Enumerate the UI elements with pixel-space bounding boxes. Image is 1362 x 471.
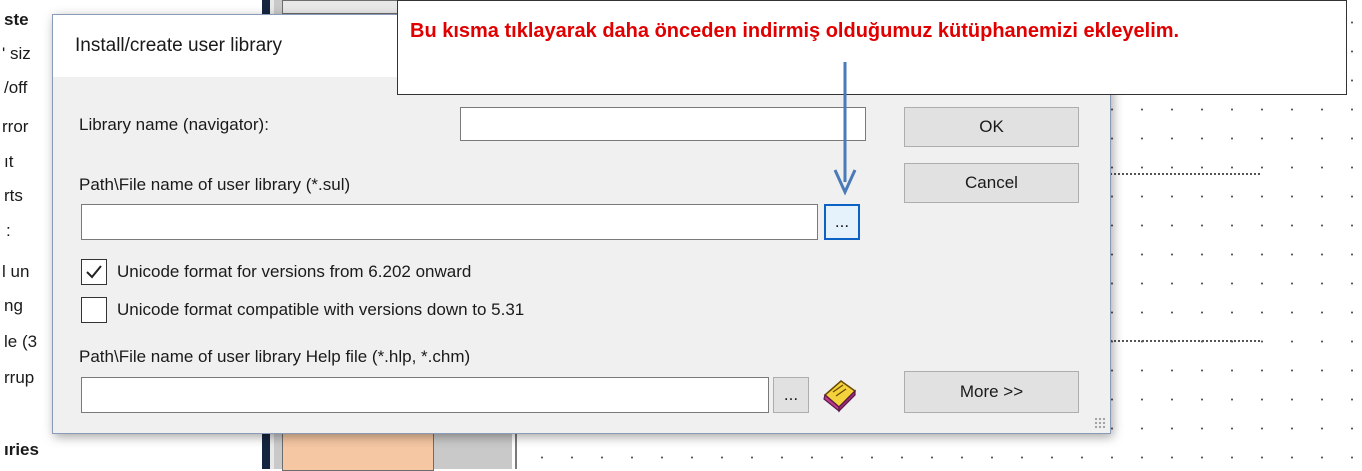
help-path-label: Path\File name of user library Help file… xyxy=(79,347,471,366)
list-item[interactable]: rror xyxy=(2,117,28,137)
cancel-button[interactable]: Cancel xyxy=(904,163,1079,203)
browse-button-label: ... xyxy=(834,212,850,231)
list-item[interactable]: ste xyxy=(4,10,29,30)
list-item[interactable]: ıt xyxy=(4,152,13,172)
path-input[interactable] xyxy=(81,204,818,240)
annotation-arrow-icon xyxy=(833,62,857,196)
list-item[interactable]: ng xyxy=(4,296,23,316)
browse-button[interactable]: ... xyxy=(824,204,860,240)
library-name-label: Library name (navigator): xyxy=(79,115,269,134)
dialog-title: Install/create user library xyxy=(75,35,282,56)
help-browse-button-label: ... xyxy=(783,385,799,404)
help-browse-button[interactable]: ... xyxy=(773,377,809,413)
help-book-icon[interactable] xyxy=(819,375,859,413)
grid-separator-line xyxy=(1085,340,1260,342)
help-path-input[interactable] xyxy=(81,377,769,413)
unicode-old-label[interactable]: Unicode format compatible with versions … xyxy=(117,300,524,320)
list-item[interactable]: ' siz xyxy=(2,44,31,64)
path-label: Path\File name of user library (*.sul) xyxy=(79,175,351,194)
list-item[interactable]: le (3 xyxy=(4,332,37,352)
unicode-old-checkbox[interactable] xyxy=(81,297,107,323)
unicode-new-label[interactable]: Unicode format for versions from 6.202 o… xyxy=(117,262,471,282)
checkmark-icon xyxy=(86,265,102,279)
list-item[interactable]: rts xyxy=(4,186,23,206)
list-item[interactable]: l un xyxy=(2,262,29,282)
library-name-input[interactable] xyxy=(460,107,866,141)
list-item[interactable]: /off xyxy=(4,78,27,98)
ok-button[interactable]: OK xyxy=(904,107,1079,147)
list-item[interactable]: ıries xyxy=(4,440,39,460)
annotation-callout: Bu kısma tıklayarak daha önceden indirmi… xyxy=(397,0,1347,95)
list-item[interactable]: : xyxy=(6,221,11,241)
grid-separator-line xyxy=(1085,173,1260,175)
annotation-text: Bu kısma tıklayarak daha önceden indirmi… xyxy=(410,20,1180,42)
unicode-new-checkbox[interactable] xyxy=(81,259,107,285)
list-item[interactable]: rrup xyxy=(4,368,34,388)
more-button[interactable]: More >> xyxy=(904,371,1079,413)
resize-grip-icon[interactable] xyxy=(1094,417,1106,429)
